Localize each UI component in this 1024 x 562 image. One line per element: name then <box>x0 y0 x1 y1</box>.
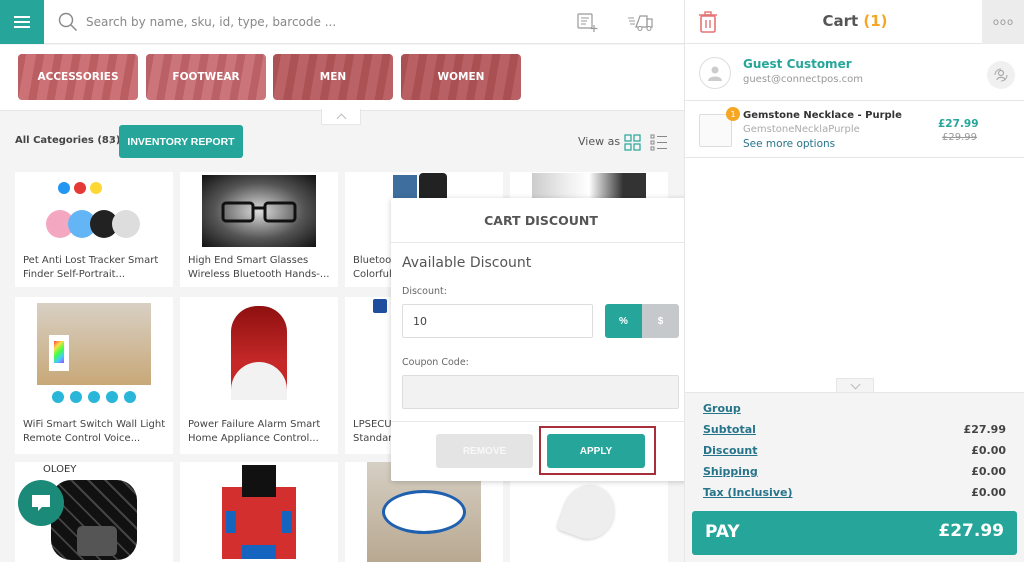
customer-name[interactable]: Guest Customer <box>743 57 852 71</box>
tax-link[interactable]: Tax (Inclusive) <box>703 486 792 499</box>
switch-customer-button[interactable] <box>987 61 1015 89</box>
product-image-tracker <box>15 172 173 250</box>
product-image-wifi-switch <box>15 297 173 409</box>
category-accessories[interactable]: ACCESSORIES <box>18 54 138 100</box>
available-discount-heading: Available Discount <box>402 255 532 271</box>
list-view-icon[interactable] <box>650 134 668 151</box>
product-card[interactable]: WiFi Smart Switch Wall Light Remote Contr… <box>15 297 173 454</box>
apply-button[interactable]: APPLY <box>547 434 645 468</box>
cart-item-sku: GemstoneNecklaPurple <box>743 124 860 135</box>
breadcrumb-all-categories[interactable]: All Categories (83) <box>15 135 120 146</box>
discount-link[interactable]: Discount <box>703 444 757 457</box>
remove-button[interactable]: REMOVE <box>436 434 533 468</box>
category-men[interactable]: MEN <box>273 54 393 100</box>
custom-sale-icon[interactable] <box>576 11 598 33</box>
product-name: Pet Anti Lost Tracker Smart Finder Self-P… <box>23 255 159 280</box>
menu-button[interactable] <box>0 0 44 44</box>
cart-item-original-price: £29.99 <box>942 132 977 143</box>
chat-button[interactable] <box>18 480 64 526</box>
cart-header: Cart (1) ooo <box>685 0 1024 44</box>
search-input[interactable] <box>86 10 546 34</box>
group-link[interactable]: Group <box>703 402 741 415</box>
customer-email: guest@connectpos.com <box>743 74 864 85</box>
product-name: WiFi Smart Switch Wall Light Remote Contr… <box>23 419 166 444</box>
pay-button[interactable]: PAY £27.99 <box>692 511 1017 555</box>
dollar-toggle[interactable]: $ <box>642 304 679 338</box>
search-icon <box>58 12 77 31</box>
discount-input[interactable] <box>402 304 593 338</box>
coupon-label: Coupon Code: <box>402 357 469 368</box>
category-women[interactable]: WOMEN <box>401 54 521 100</box>
customer-avatar <box>699 57 731 89</box>
pay-label: PAY <box>705 522 740 542</box>
product-card[interactable]: High End Smart Glasses Wireless Bluetooth… <box>180 172 338 287</box>
inventory-report-button[interactable]: INVENTORY REPORT <box>119 125 243 158</box>
discount-label: Discount: <box>402 286 447 297</box>
see-more-options-link[interactable]: See more options <box>743 138 835 150</box>
product-image-motor-driver <box>180 462 338 562</box>
collapse-categories-button[interactable] <box>321 109 361 125</box>
expand-totals-button[interactable] <box>836 378 874 393</box>
tax-value: £0.00 <box>971 486 1006 499</box>
product-name: Power Failure Alarm Smart Home Appliance … <box>188 419 321 444</box>
product-card[interactable]: Pet Anti Lost Tracker Smart Finder Self-P… <box>15 172 173 287</box>
user-icon <box>708 66 722 81</box>
cart-count: (1) <box>863 12 888 30</box>
product-card[interactable] <box>180 462 338 562</box>
modal-title: CART DISCOUNT <box>391 198 691 243</box>
switch-user-icon <box>994 68 1008 82</box>
pay-amount: £27.99 <box>938 521 1004 541</box>
chevron-down-icon <box>850 379 860 389</box>
customer-section: Guest Customer guest@connectpos.com <box>685 45 1024 101</box>
product-image-glasses <box>180 172 338 250</box>
cart-panel: Cart (1) ooo Guest Customer guest@connec… <box>684 0 1024 562</box>
hamburger-icon <box>14 21 30 23</box>
subtotal-value: £27.99 <box>963 423 1006 436</box>
top-bar <box>0 0 684 44</box>
category-bar: ACCESSORIES FOOTWEAR MEN WOMEN <box>0 45 684 111</box>
product-image-alarm <box>180 297 338 409</box>
product-name: High End Smart Glasses Wireless Bluetooth… <box>188 255 330 280</box>
chevron-up-icon <box>336 113 346 124</box>
cart-item-price: £27.99 <box>938 118 979 130</box>
breadcrumb-separator: / <box>110 135 114 146</box>
shipping-link[interactable]: Shipping <box>703 465 758 478</box>
shipping-value: £0.00 <box>971 465 1006 478</box>
more-options-button[interactable]: ooo <box>982 0 1024 44</box>
cart-item-name: Gemstone Necklace - Purple <box>743 110 902 121</box>
product-card[interactable]: Power Failure Alarm Smart Home Appliance … <box>180 297 338 454</box>
chat-icon <box>32 495 50 511</box>
cart-discount-modal: CART DISCOUNT Available Discount Discoun… <box>391 198 691 481</box>
cart-title: Cart (1) <box>822 12 888 30</box>
view-as-label: View as <box>578 135 621 148</box>
coupon-input[interactable] <box>402 375 679 409</box>
category-footwear[interactable]: FOOTWEAR <box>146 54 266 100</box>
shipping-truck-icon[interactable] <box>627 11 653 33</box>
subtotal-link[interactable]: Subtotal <box>703 423 756 436</box>
percent-toggle[interactable]: % <box>605 304 642 338</box>
cart-item-qty-badge: 1 <box>726 107 740 121</box>
cart-item[interactable]: 1 Gemstone Necklace - Purple GemstoneNec… <box>685 102 1024 158</box>
discount-value: £0.00 <box>971 444 1006 457</box>
grid-view-icon[interactable] <box>624 134 641 151</box>
